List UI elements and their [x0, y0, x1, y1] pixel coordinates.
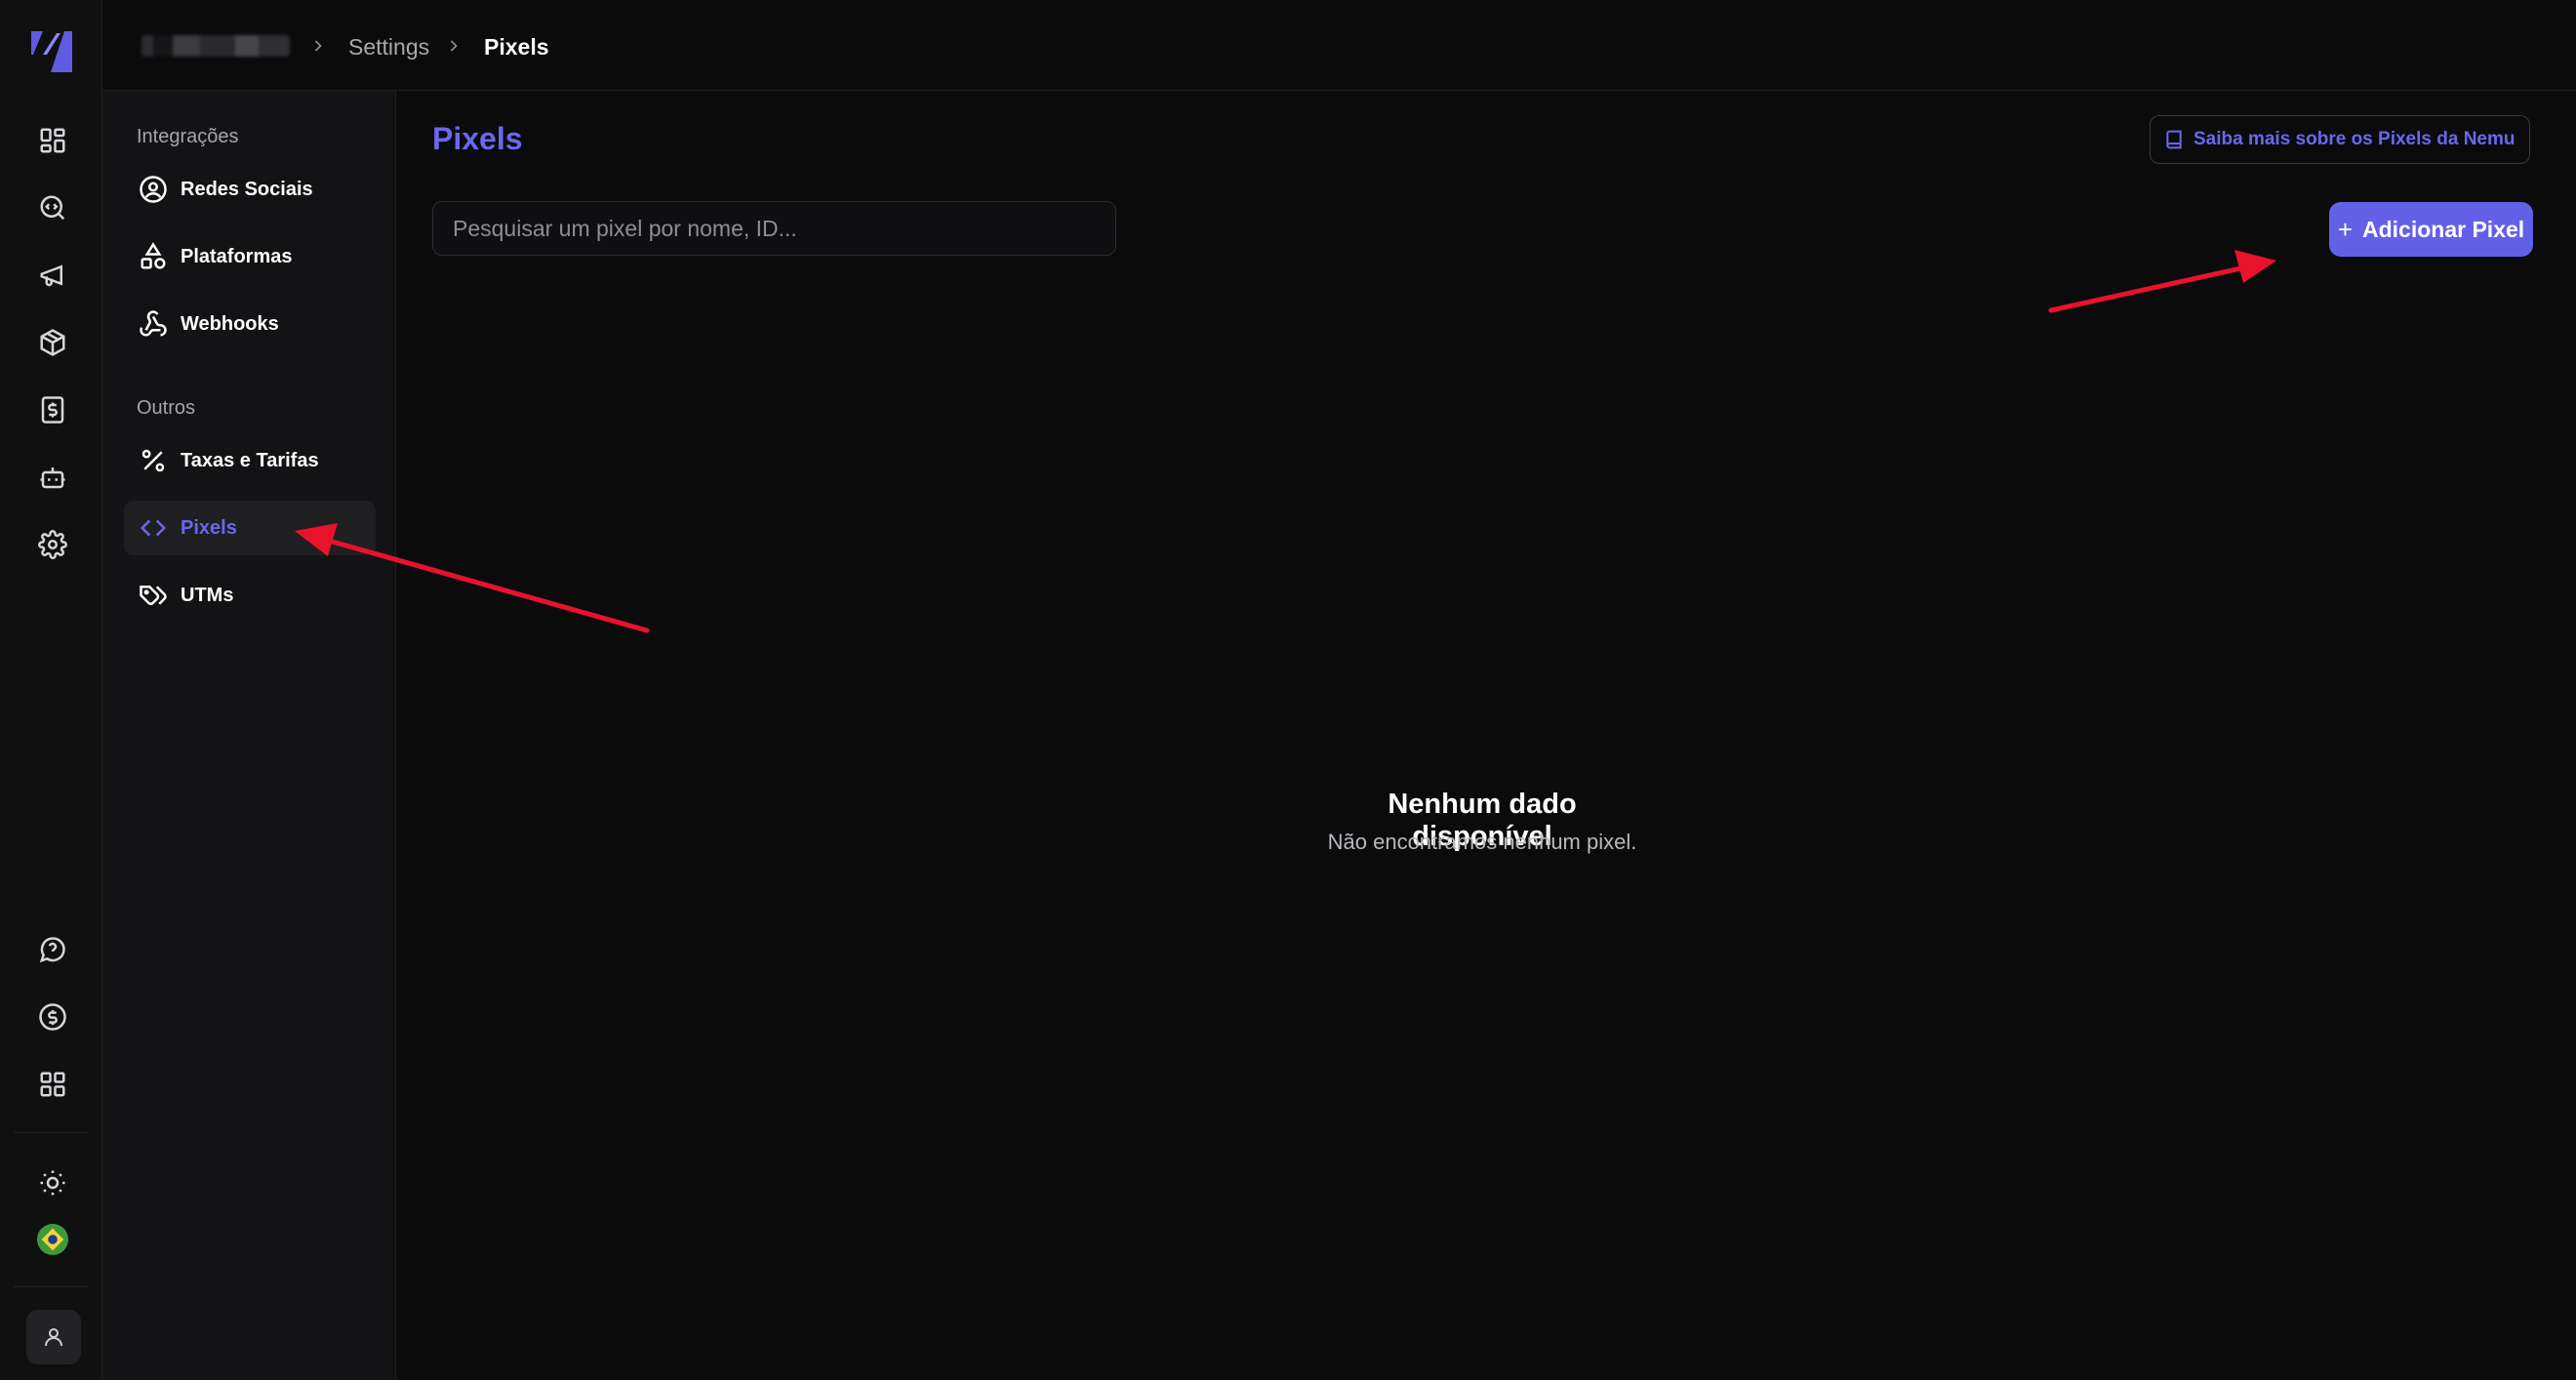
rail-divider — [14, 1132, 88, 1133]
docs-link-label: Saiba mais sobre os Pixels da Nemu — [2194, 129, 2516, 149]
chevron-right-icon — [444, 35, 463, 57]
top-bar: Settings Pixels — [102, 0, 2576, 91]
dollar-coin-icon[interactable] — [31, 995, 74, 1038]
sidebar-item-plataformas[interactable]: Plataformas — [124, 229, 376, 284]
percent-icon — [138, 445, 169, 476]
settings-icon[interactable] — [31, 523, 74, 566]
user-avatar-icon[interactable] — [26, 1310, 81, 1364]
webhook-icon — [138, 308, 169, 340]
plus-icon: + — [2337, 214, 2353, 244]
annotation-arrow-add-pixel — [2048, 250, 2276, 313]
tags-icon — [138, 580, 169, 611]
sidebar-item-webhooks[interactable]: Webhooks — [124, 297, 376, 351]
sidebar-item-pixels[interactable]: Pixels — [124, 501, 376, 555]
section-title-integracoes: Integrações — [137, 126, 239, 147]
app-logo[interactable] — [27, 21, 78, 76]
breadcrumb-settings[interactable]: Settings — [348, 33, 429, 61]
icon-rail — [0, 0, 102, 1380]
user-circle-icon — [138, 174, 169, 205]
sidebar-item-label: Pixels — [181, 516, 237, 539]
section-title-outros: Outros — [137, 397, 196, 419]
sidebar-item-label: UTMs — [181, 584, 234, 606]
sidebar-item-utms[interactable]: UTMs — [124, 568, 376, 623]
bot-icon[interactable] — [31, 456, 74, 499]
sidebar-item-label: Plataformas — [181, 245, 293, 267]
dashboard-icon[interactable] — [31, 119, 74, 162]
empty-state-subtitle: Não encontramos nenhum pixel. — [1327, 830, 1637, 854]
breadcrumb-current: Pixels — [484, 34, 549, 60]
apps-grid-icon[interactable] — [31, 1063, 74, 1106]
settings-sidebar: Integrações Redes Sociais Plataformas We… — [102, 91, 396, 1380]
search-input[interactable] — [432, 201, 1116, 256]
docs-link[interactable]: Saiba mais sobre os Pixels da Nemu — [2150, 115, 2530, 164]
sidebar-item-taxas-e-tarifas[interactable]: Taxas e Tarifas — [124, 433, 376, 488]
code-icon — [138, 512, 169, 544]
receipt-dollar-icon[interactable] — [31, 388, 74, 431]
sun-icon[interactable] — [31, 1161, 74, 1204]
megaphone-icon[interactable] — [31, 254, 74, 297]
book-icon — [2164, 129, 2184, 150]
search-code-icon[interactable] — [31, 186, 74, 229]
sidebar-item-redes-sociais[interactable]: Redes Sociais — [124, 162, 376, 217]
brazil-flag-icon[interactable] — [37, 1224, 68, 1255]
page-title: Pixels — [432, 121, 523, 156]
workspace-name-blurred[interactable] — [141, 35, 290, 57]
help-icon[interactable] — [31, 928, 74, 971]
add-pixel-label: Adicionar Pixel — [2362, 216, 2525, 242]
add-pixel-button[interactable]: + Adicionar Pixel — [2329, 202, 2533, 257]
sidebar-item-label: Webhooks — [181, 312, 279, 335]
sidebar-item-label: Taxas e Tarifas — [181, 449, 319, 471]
shapes-icon — [138, 241, 169, 272]
package-icon[interactable] — [31, 321, 74, 364]
chevron-right-icon — [308, 35, 328, 57]
rail-divider — [14, 1286, 88, 1287]
sidebar-item-label: Redes Sociais — [181, 178, 313, 200]
